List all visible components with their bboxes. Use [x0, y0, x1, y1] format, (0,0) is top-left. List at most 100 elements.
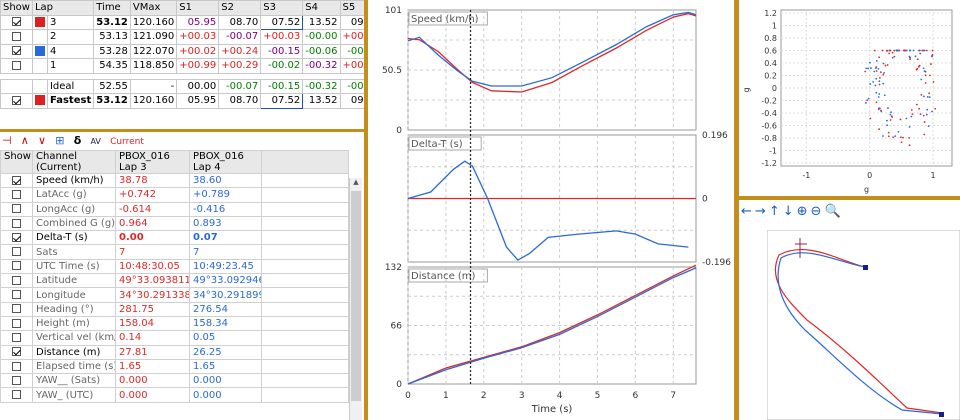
fastest-show-checkbox[interactable] [11, 95, 21, 105]
lap-vmax: 121.090 [129, 29, 178, 45]
channel-show-checkbox[interactable] [12, 332, 21, 342]
gg-point [867, 67, 870, 70]
channel-row[interactable]: UTC Time (s) 10:48:30.05 10:49:23.45 [0, 258, 349, 275]
gg-point [893, 49, 896, 52]
channel-row[interactable]: LatAcc (g) +0.742 +0.789 [0, 187, 349, 203]
splitter[interactable] [0, 129, 366, 132]
lap-show-checkbox[interactable] [11, 60, 21, 70]
delta-button[interactable]: δ [74, 134, 82, 147]
channel-row[interactable]: Delta-T (s) 0.00 0.07 [0, 230, 349, 246]
lap-show-checkbox[interactable] [11, 31, 21, 41]
channel-show-checkbox[interactable] [12, 247, 21, 257]
fastest-sector-3: 07.52 [260, 93, 304, 109]
channel-row[interactable]: Sats 7 7 [0, 244, 349, 260]
channel-header-1[interactable]: Channel (Current) [32, 150, 116, 174]
channel-row[interactable]: YAW__ (Sats) 0.000 0.000 [0, 373, 349, 389]
channel-show-checkbox[interactable] [12, 361, 21, 371]
pan-down-icon[interactable]: ↓ [783, 204, 797, 219]
channel-row[interactable]: YAW_ (UTC) 0.000 0.000 [0, 387, 349, 403]
cursor-left-icon[interactable]: ⊣ [2, 134, 12, 147]
time-charts[interactable]: 101 50.5 0 Speed (km/h) 0.196 0 -0.196 Delta-T … [368, 0, 734, 420]
scroll-thumb[interactable] [351, 191, 361, 401]
x-tick-label: 6 [633, 391, 639, 401]
channel-row[interactable]: LongAcc (g) -0.614 -0.416 [0, 201, 349, 217]
channel-row[interactable]: Combined G (g) 0.964 0.893 [0, 215, 349, 232]
channel-row[interactable]: Elapsed time (s) 1.65 1.65 [0, 358, 349, 375]
channel-name: LongAcc (g) [32, 201, 116, 217]
lap-row[interactable]: 453.28122.070+00.02+00.24-00.15-00.06-00… [0, 43, 425, 59]
chart-title: Speed (km/h) [411, 14, 479, 25]
gg-point [886, 124, 889, 127]
lap-sector-4: -00.06 [302, 43, 341, 59]
lap-row[interactable]: 353.12120.16005.9508.7007.5213.5209.5907… [0, 14, 425, 30]
pan-right-icon[interactable]: → [755, 204, 769, 219]
channel-row[interactable]: Latitude49°33.093811 N49°33.092946 N [0, 273, 349, 289]
track-map[interactable] [767, 230, 960, 420]
channel-row[interactable]: Heading (°) 281.75 276.54 [0, 301, 349, 317]
channel-show-checkbox[interactable] [12, 189, 21, 199]
channel-row[interactable]: Height (m) 158.04 158.34 [0, 315, 349, 332]
lap-header-lap[interactable]: Lap [31, 0, 95, 16]
gg-diagram[interactable]: 1.2 1 0.8 0.6 0.4 0.2 0 -0.2 -0.4 -0.6 -0.8 -1 -1.2 -… [739, 0, 960, 196]
channel-row[interactable]: Speed (km/h) 38.78 38.60 [0, 172, 349, 189]
lap-show-checkbox[interactable] [11, 46, 21, 56]
gg-point [867, 97, 870, 100]
channel-show-checkbox[interactable] [12, 318, 21, 328]
lap-row[interactable]: 2 53.13 121.090 +00.03 -00.07 +00.03 -00.00 +00… [0, 29, 425, 45]
channel-scrollbar[interactable]: ▲ [349, 178, 362, 420]
channel-show-checkbox[interactable] [12, 290, 21, 300]
gg-point [905, 117, 908, 120]
lap-row[interactable]: 1 54.35 118.850 +00.99 +00.29 -00.02 -00.32 +00… [0, 58, 425, 74]
gg-point [891, 56, 894, 59]
zoom-in-icon[interactable]: ⊕ [797, 204, 811, 219]
lap-show-checkbox[interactable] [11, 17, 21, 27]
channel-row[interactable]: Vertical vel (km/h)0.140.05 [0, 330, 349, 346]
average-button[interactable]: AV [90, 137, 100, 146]
lap-header-s1[interactable]: S1 [176, 0, 220, 16]
lap-header-vmax[interactable]: VMax [129, 0, 178, 16]
channel-show-checkbox[interactable] [12, 261, 21, 271]
channel-header-3[interactable]: PBOX_016 Lap 4 [189, 150, 262, 174]
add-channel-icon[interactable]: ⊞ [55, 134, 64, 147]
lap-header-s4[interactable]: S4 [302, 0, 341, 16]
lap-sector-1: 05.95 [176, 14, 220, 30]
current-button[interactable]: Current [110, 137, 144, 147]
lap-header-show[interactable]: Show [0, 0, 33, 16]
channel-value-lap4: 34°30.291899 E [189, 287, 262, 303]
channel-row[interactable]: Distance (m) 27.81 26.25 [0, 344, 349, 360]
zoom-out-icon[interactable]: ⊖ [811, 204, 825, 219]
channel-show-checkbox[interactable] [12, 275, 21, 285]
channel-show-checkbox[interactable] [12, 218, 21, 228]
scroll-up-icon[interactable]: ▲ [350, 178, 362, 190]
channel-show-checkbox[interactable] [12, 304, 21, 314]
lap-header-time[interactable]: Time [93, 0, 131, 16]
channel-show-checkbox[interactable] [12, 375, 21, 385]
gg-point [878, 93, 881, 95]
lap-header-s2[interactable]: S2 [218, 0, 262, 16]
channel-show-checkbox[interactable] [12, 175, 21, 185]
channel-value-lap4: 26.25 [189, 344, 262, 360]
gg-point [909, 58, 911, 60]
lap-number: 4 [46, 43, 95, 59]
lap-header-s3[interactable]: S3 [260, 0, 304, 16]
lap-table: ShowLapTimeVMaxS1S2S3S4S5S6 353.12120.16… [0, 0, 425, 109]
gg-point [912, 49, 915, 52]
gg-point [918, 107, 921, 110]
pan-left-icon[interactable]: ← [741, 204, 755, 219]
valley-icon[interactable]: ∨ [38, 134, 46, 147]
channel-value-lap3: 27.81 [115, 344, 190, 360]
channel-show-checkbox[interactable] [12, 204, 21, 214]
channel-show-checkbox[interactable] [12, 390, 21, 400]
channel-show-checkbox[interactable] [12, 232, 21, 242]
zoom-fit-icon[interactable]: 🔍 [824, 204, 843, 219]
channel-value-lap3: 0.000 [115, 387, 190, 403]
gg-point [919, 113, 922, 116]
channel-show-checkbox[interactable] [12, 347, 21, 357]
channel-row[interactable]: Longitude34°30.291338 E34°30.291899 E [0, 287, 349, 303]
peak-icon[interactable]: ∧ [21, 134, 29, 147]
pan-up-icon[interactable]: ↑ [769, 204, 783, 219]
channel-header-0[interactable]: Show [0, 150, 33, 174]
channel-header-2[interactable]: PBOX_016 Lap 3 [115, 150, 190, 174]
lap-color-swatch [34, 16, 45, 27]
channel-name: Combined G (g) [32, 215, 116, 232]
